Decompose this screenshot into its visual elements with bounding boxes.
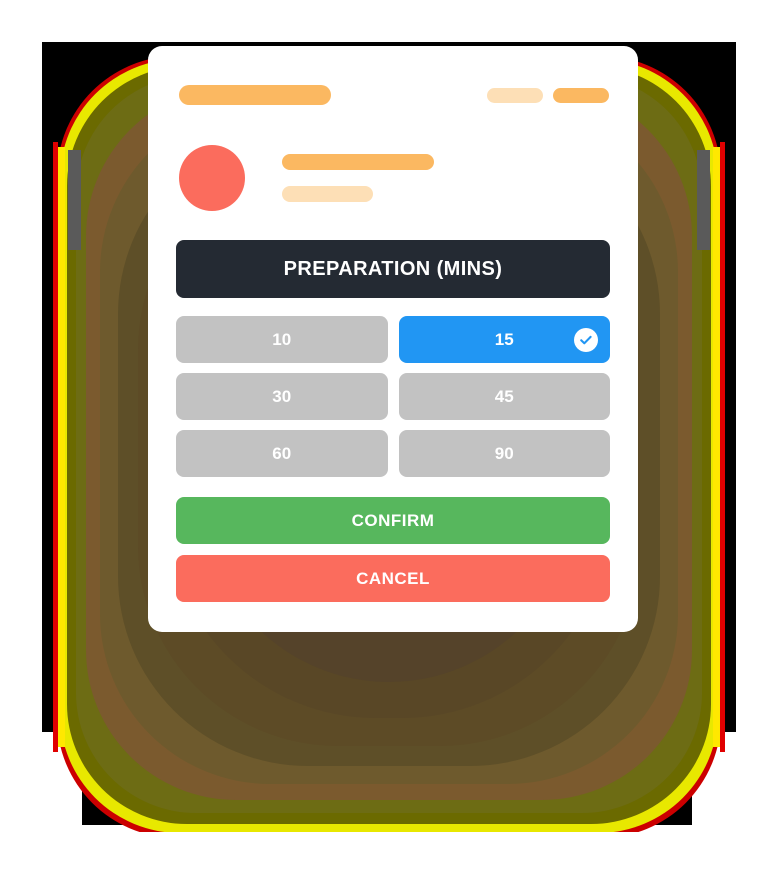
option-90[interactable]: 90 bbox=[398, 430, 610, 477]
glow-seam-grey-left bbox=[68, 150, 81, 250]
option-10-label: 10 bbox=[272, 329, 292, 349]
header-title-placeholder bbox=[179, 85, 331, 105]
screenshot-stage: PREPARATION (MINS) 10 15 30 45 60 90 CON… bbox=[0, 0, 784, 882]
option-90-label: 90 bbox=[494, 443, 514, 463]
option-30[interactable]: 30 bbox=[176, 373, 388, 420]
preparation-options-grid: 10 15 30 45 60 90 bbox=[176, 316, 610, 477]
glow-seam-grey-right bbox=[697, 150, 710, 250]
preparation-dialog-card: PREPARATION (MINS) 10 15 30 45 60 90 CON… bbox=[148, 46, 638, 632]
dialog-actions: CONFIRM CANCEL bbox=[176, 497, 610, 602]
option-45[interactable]: 45 bbox=[398, 373, 610, 420]
cancel-button[interactable]: CANCEL bbox=[176, 555, 610, 602]
option-30-label: 30 bbox=[272, 386, 292, 406]
profile-subtitle-placeholder bbox=[282, 186, 373, 202]
confirm-button[interactable]: CONFIRM bbox=[176, 497, 610, 544]
option-15[interactable]: 15 bbox=[398, 316, 610, 363]
card-header bbox=[179, 85, 609, 105]
check-circle-icon bbox=[574, 327, 598, 352]
header-tag-placeholder-1 bbox=[487, 88, 543, 103]
glow-seam-right bbox=[713, 147, 720, 747]
header-tag-placeholder-2 bbox=[553, 88, 609, 103]
page-title: PREPARATION (MINS) bbox=[283, 257, 503, 280]
avatar bbox=[179, 145, 245, 211]
preparation-title-bar: PREPARATION (MINS) bbox=[176, 240, 610, 298]
glow-seam-red-right bbox=[720, 142, 725, 752]
profile-row bbox=[179, 145, 609, 213]
profile-name-placeholder bbox=[282, 154, 434, 170]
option-45-label: 45 bbox=[494, 386, 514, 406]
glow-seam-left bbox=[58, 147, 65, 747]
option-10[interactable]: 10 bbox=[176, 316, 388, 363]
option-60[interactable]: 60 bbox=[176, 430, 388, 477]
option-15-label: 15 bbox=[494, 329, 514, 349]
option-60-label: 60 bbox=[272, 443, 292, 463]
